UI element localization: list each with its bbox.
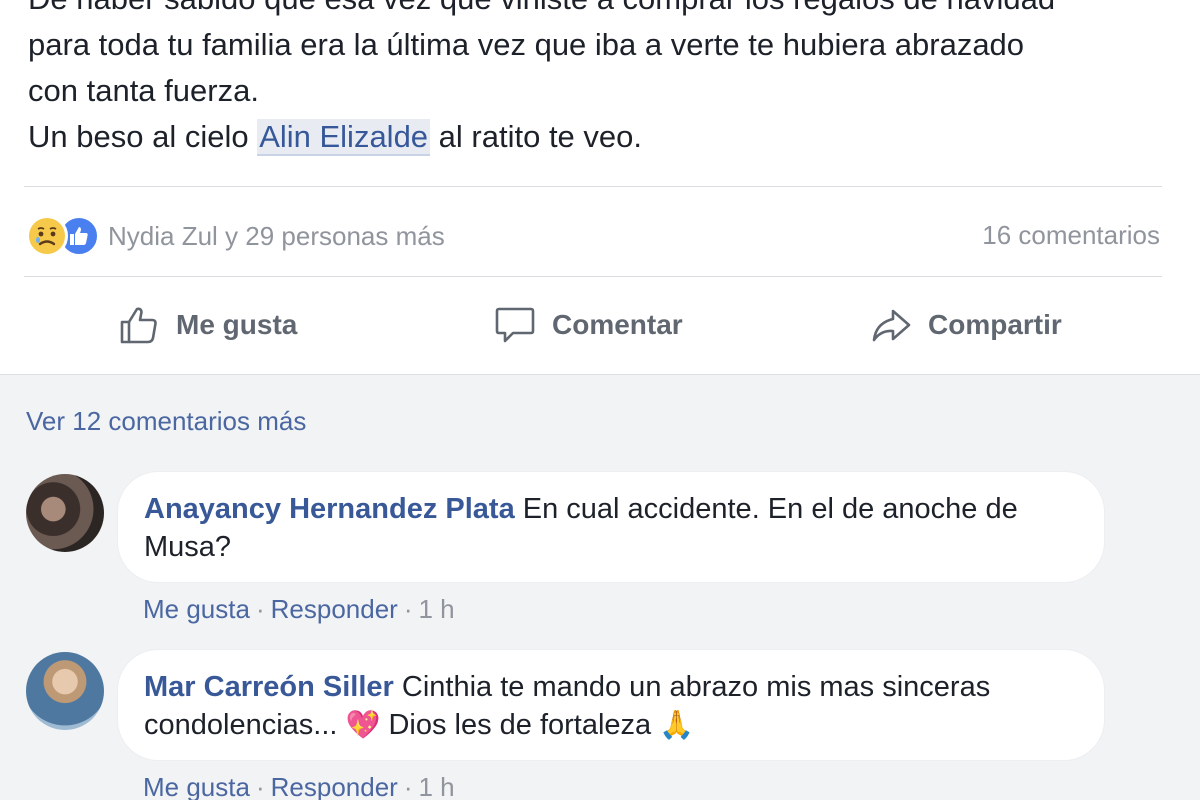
comment-timestamp[interactable]: 1 h: [419, 594, 455, 624]
separator: ·: [255, 594, 265, 624]
thumbs-up-icon: [116, 302, 162, 348]
sparkling-heart-icon: 💖: [345, 708, 381, 741]
avatar[interactable]: [26, 474, 104, 552]
comment-button[interactable]: Comentar: [492, 290, 683, 360]
comment-label: Comentar: [552, 309, 683, 340]
comment-bubble: Mar Carreón Siller Cinthia te mando un a…: [118, 650, 1104, 760]
comment-actions: Me gusta · Responder · 1 h: [143, 594, 455, 625]
view-more-comments-link[interactable]: Ver 12 comentarios más: [26, 406, 306, 437]
like-label: Me gusta: [176, 309, 298, 340]
comment-like-link[interactable]: Me gusta: [143, 772, 250, 800]
post-line-end: al ratito te veo.: [430, 119, 643, 154]
post-line-last: Un beso al cielo Alin Elizalde al ratito…: [28, 114, 1178, 160]
avatar[interactable]: [26, 652, 104, 730]
post-line: con tanta fuerza.: [28, 73, 259, 108]
comment-reply-link[interactable]: Responder: [271, 594, 398, 624]
divider: [24, 186, 1162, 187]
post-card: De haber sabido que esa vez que viniste …: [0, 0, 1200, 375]
mention-link[interactable]: Alin Elizalde: [257, 119, 431, 156]
post-line: para toda tu familia era la última vez q…: [28, 27, 1025, 62]
comment-bubble: Anayancy Hernandez Plata En cual acciden…: [118, 472, 1104, 582]
separator: ·: [255, 772, 265, 800]
share-button[interactable]: Compartir: [868, 290, 1062, 360]
comment-author[interactable]: Anayancy Hernandez Plata: [144, 493, 515, 525]
action-bar: Me gusta Comentar Compartir: [0, 290, 1200, 360]
reaction-names[interactable]: Nydia Zul y 29 personas más: [108, 221, 445, 252]
comment-like-link[interactable]: Me gusta: [143, 594, 250, 624]
praying-hands-icon: 🙏: [659, 708, 695, 741]
post-line: De haber sabido que esa vez que viniste …: [28, 0, 1178, 22]
sad-icon: [26, 215, 68, 257]
post-text: De haber sabido que esa vez que viniste …: [28, 0, 1178, 160]
comment-reply-link[interactable]: Responder: [271, 772, 398, 800]
comment-text: Dios les de fortaleza: [380, 709, 660, 741]
separator: ·: [403, 594, 413, 624]
comment-actions: Me gusta · Responder · 1 h: [143, 772, 455, 800]
divider: [24, 276, 1162, 277]
comment-author[interactable]: Mar Carreón Siller: [144, 671, 394, 703]
comments-count[interactable]: 16 comentarios: [982, 220, 1160, 251]
comment-timestamp[interactable]: 1 h: [419, 772, 455, 800]
like-button[interactable]: Me gusta: [116, 290, 297, 360]
share-arrow-icon: [868, 302, 914, 348]
separator: ·: [403, 772, 413, 800]
reactions-summary[interactable]: Nydia Zul y 29 personas más: [26, 214, 445, 258]
comment-bubble-icon: [492, 302, 538, 348]
share-label: Compartir: [928, 309, 1062, 340]
post-line-start: Un beso al cielo: [28, 119, 258, 154]
